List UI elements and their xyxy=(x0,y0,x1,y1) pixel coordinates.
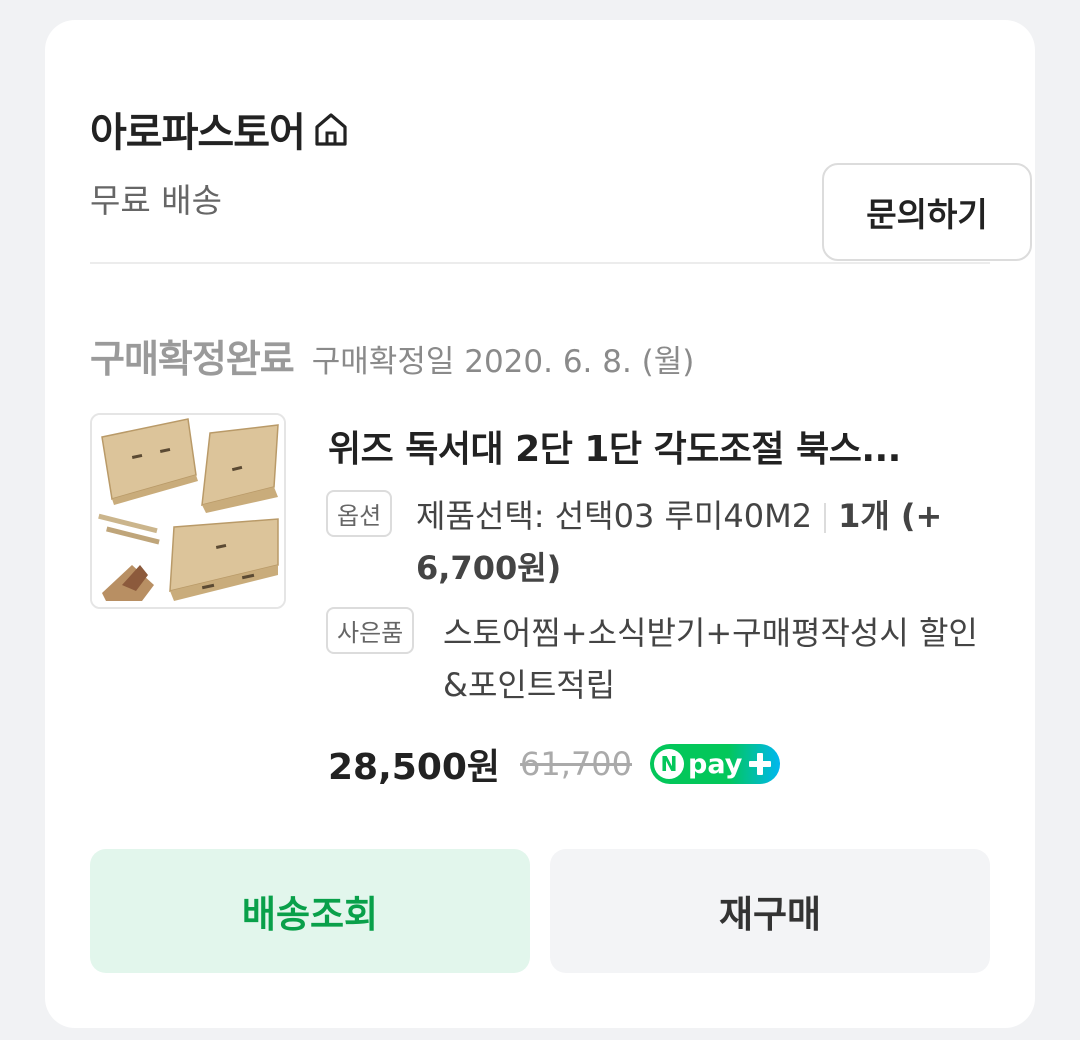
store-name[interactable]: 아로파스토어 xyxy=(90,100,306,158)
store-header: 아로파스토어 무료 배송 문의하기 xyxy=(90,92,1032,261)
product-title[interactable]: 위즈 독서대 2단 1단 각도조절 북스... xyxy=(328,420,988,472)
gift-tag: 사은품 xyxy=(326,607,415,654)
option-text: 제품선택: 선택03 루미40M2 1개 (+ 6,700원) xyxy=(416,490,996,594)
npay-n-icon: N xyxy=(654,749,685,779)
option-separator xyxy=(824,503,827,533)
divider xyxy=(90,262,990,264)
original-price: 61,700 xyxy=(520,745,633,783)
track-delivery-button[interactable]: 배송조회 xyxy=(90,849,530,973)
confirm-date: 구매확정일 2020. 6. 8. (월) xyxy=(311,344,695,380)
gift-text: 스토어찜+소식받기+구매평작성시 할인&포인트적립 xyxy=(443,614,978,704)
npay-text: pay xyxy=(688,748,743,780)
option-tag: 옵션 xyxy=(326,490,393,537)
inquiry-button[interactable]: 문의하기 xyxy=(822,163,1032,261)
option-value: 제품선택: 선택03 루미40M2 xyxy=(416,497,813,535)
home-icon[interactable] xyxy=(311,109,351,149)
rebuy-button[interactable]: 재구매 xyxy=(550,849,990,973)
sale-price: 28,500원 xyxy=(328,747,501,788)
order-status: 구매확정완료 xyxy=(90,337,295,381)
price-row: 28,500원 61,700 N pay xyxy=(328,738,781,790)
product-thumbnail[interactable] xyxy=(90,413,286,609)
store-name-link[interactable]: 아로파스토어 xyxy=(90,100,351,158)
shipping-info: 무료 배송 xyxy=(90,181,222,220)
npay-badge: N pay xyxy=(650,744,781,784)
plus-icon xyxy=(746,750,774,778)
order-card: 아로파스토어 무료 배송 문의하기 구매확정완료 구매확정일 2020. 6. … xyxy=(45,20,1035,1028)
order-status-row: 구매확정완료 구매확정일 2020. 6. 8. (월) xyxy=(90,328,694,383)
